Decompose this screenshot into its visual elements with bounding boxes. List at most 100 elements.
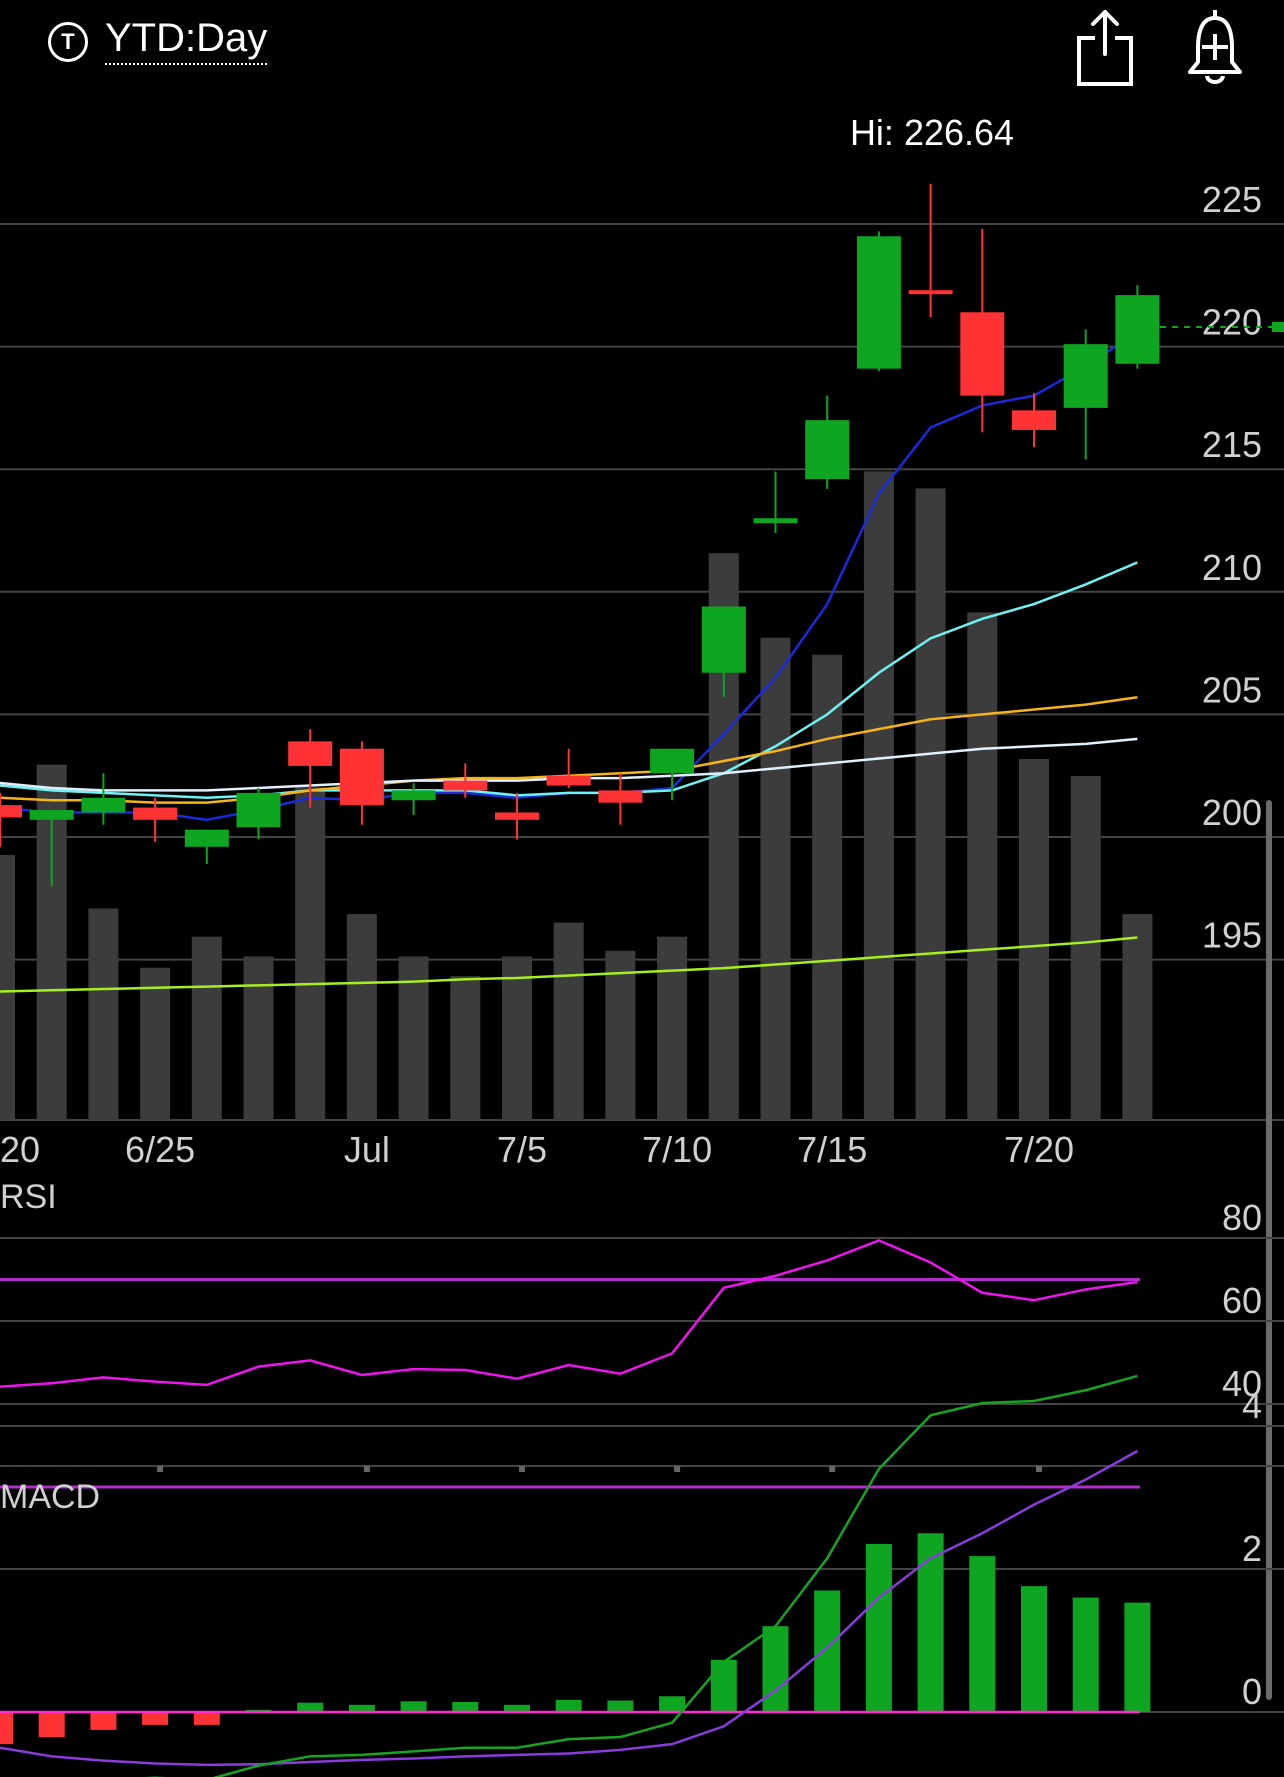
macd-histogram-bar bbox=[38, 1712, 65, 1738]
candle-body bbox=[443, 780, 488, 791]
rsi-x-tick bbox=[519, 1466, 525, 1472]
candle-body bbox=[29, 810, 74, 820]
share-icon[interactable] bbox=[1075, 8, 1135, 88]
candle-body bbox=[960, 312, 1005, 396]
macd-histogram-bar bbox=[555, 1699, 582, 1712]
rsi-x-tick bbox=[1036, 1466, 1042, 1472]
rsi-x-tick bbox=[674, 1466, 681, 1472]
candle-body bbox=[701, 606, 746, 673]
candle-body bbox=[1063, 344, 1108, 408]
macd-line bbox=[143, 1374, 1138, 1777]
volume-bar bbox=[553, 922, 584, 1120]
volume-bar bbox=[88, 908, 119, 1120]
rsi-x-tick bbox=[363, 1466, 370, 1472]
x-axis-label: 7/15 bbox=[797, 1129, 867, 1170]
rsi-x-tick bbox=[157, 1466, 164, 1472]
macd-tick-label: 2 bbox=[1242, 1528, 1262, 1569]
ticker-icon[interactable]: T bbox=[48, 22, 88, 62]
macd-histogram-bar bbox=[297, 1702, 324, 1712]
macd-histogram-bar bbox=[865, 1543, 892, 1712]
macd-histogram-bar bbox=[607, 1700, 634, 1712]
volume-bar bbox=[0, 854, 15, 1120]
volume-bar bbox=[243, 956, 274, 1120]
x-axis-label: 6/25 bbox=[125, 1129, 195, 1170]
volume-bar bbox=[657, 936, 688, 1120]
macd-histogram-bar bbox=[193, 1712, 220, 1725]
candle-body bbox=[391, 790, 436, 801]
candle-body bbox=[650, 748, 695, 774]
candle-body bbox=[184, 829, 229, 847]
volume-bar bbox=[863, 471, 894, 1120]
x-axis-label: 7/5 bbox=[497, 1129, 547, 1170]
volume-bar bbox=[1122, 914, 1153, 1120]
macd-histogram-bar bbox=[1021, 1586, 1047, 1712]
candle-body bbox=[288, 741, 333, 766]
price-tick-label: 200 bbox=[1202, 792, 1262, 833]
price-tick-label: 205 bbox=[1202, 669, 1262, 710]
macd-histogram-bar bbox=[814, 1590, 841, 1712]
macd-tick-label: 4 bbox=[1242, 1385, 1262, 1426]
macd-histogram-bar bbox=[762, 1626, 789, 1712]
chart-scrollbar bbox=[1266, 800, 1272, 1700]
high-annotation: Hi: 226.64 bbox=[850, 112, 1014, 153]
macd-tick-label: 0 bbox=[1242, 1671, 1262, 1712]
candle-body bbox=[908, 290, 953, 295]
range-selector[interactable]: YTD:Day bbox=[105, 16, 268, 65]
volume-bar bbox=[191, 936, 222, 1120]
macd-histogram-bar bbox=[1124, 1602, 1151, 1712]
candle-body bbox=[133, 807, 178, 820]
candle-body bbox=[1012, 410, 1056, 430]
candle-body bbox=[805, 420, 850, 480]
x-axis-label: 7/10 bbox=[642, 1129, 712, 1170]
price-tick-label: 220 bbox=[1202, 302, 1262, 343]
macd-histogram-bar bbox=[969, 1556, 996, 1712]
rsi-tick-label: 60 bbox=[1222, 1280, 1262, 1321]
x-axis-label: 7/20 bbox=[1004, 1129, 1074, 1170]
candle-body bbox=[0, 805, 22, 818]
price-tick-label: 195 bbox=[1202, 915, 1262, 956]
macd-histogram-bar bbox=[400, 1701, 427, 1712]
macd-title: MACD bbox=[0, 1478, 100, 1516]
x-axis-label: Jul bbox=[344, 1129, 390, 1170]
macd-histogram-bar bbox=[1072, 1597, 1099, 1712]
volume-bar bbox=[812, 654, 843, 1120]
price-tick-label: 215 bbox=[1202, 424, 1262, 465]
last-price-marker bbox=[1272, 321, 1284, 332]
volume-bar bbox=[140, 967, 171, 1120]
volume-bar bbox=[502, 956, 532, 1120]
candle-body bbox=[753, 518, 798, 524]
macd-histogram-bar bbox=[917, 1533, 944, 1712]
x-axis-label: 20 bbox=[0, 1129, 40, 1170]
candle-body bbox=[81, 797, 126, 813]
stock-chart[interactable]: 225220215210205200195Hi: 226.6420 6/25 Jul… bbox=[0, 95, 1284, 1777]
price-tick-label: 210 bbox=[1202, 547, 1262, 588]
volume-bar bbox=[450, 976, 481, 1120]
macd-signal-line bbox=[0, 1449, 1139, 1767]
volume-bar bbox=[760, 637, 791, 1120]
candle-body bbox=[339, 748, 384, 806]
volume-bar bbox=[967, 612, 998, 1120]
top-bar: T YTD:Day bbox=[0, 0, 1284, 95]
volume-bar bbox=[915, 488, 946, 1120]
rsi-x-tick bbox=[829, 1466, 836, 1472]
macd-histogram-bar bbox=[90, 1712, 117, 1730]
moving-average-line bbox=[0, 330, 1139, 822]
candle-body bbox=[1115, 295, 1160, 364]
rsi-title: RSI bbox=[0, 1178, 57, 1216]
macd-histogram-bar bbox=[659, 1696, 686, 1712]
macd-histogram-bar bbox=[0, 1712, 13, 1745]
macd-histogram-bar bbox=[710, 1659, 737, 1712]
candle-body bbox=[495, 812, 539, 820]
macd-histogram-bar bbox=[142, 1712, 169, 1725]
candle-body bbox=[546, 775, 591, 786]
candle-body bbox=[856, 236, 901, 369]
macd-histogram-bar bbox=[452, 1701, 479, 1712]
price-tick-label: 225 bbox=[1202, 179, 1262, 220]
volume-bar bbox=[295, 787, 326, 1120]
rsi-tick-label: 80 bbox=[1222, 1197, 1262, 1238]
candle-body bbox=[236, 792, 281, 828]
volume-bar bbox=[1019, 759, 1049, 1120]
volume-bar bbox=[1070, 775, 1101, 1120]
candle-body bbox=[598, 790, 643, 803]
bell-plus-icon[interactable] bbox=[1180, 6, 1250, 88]
